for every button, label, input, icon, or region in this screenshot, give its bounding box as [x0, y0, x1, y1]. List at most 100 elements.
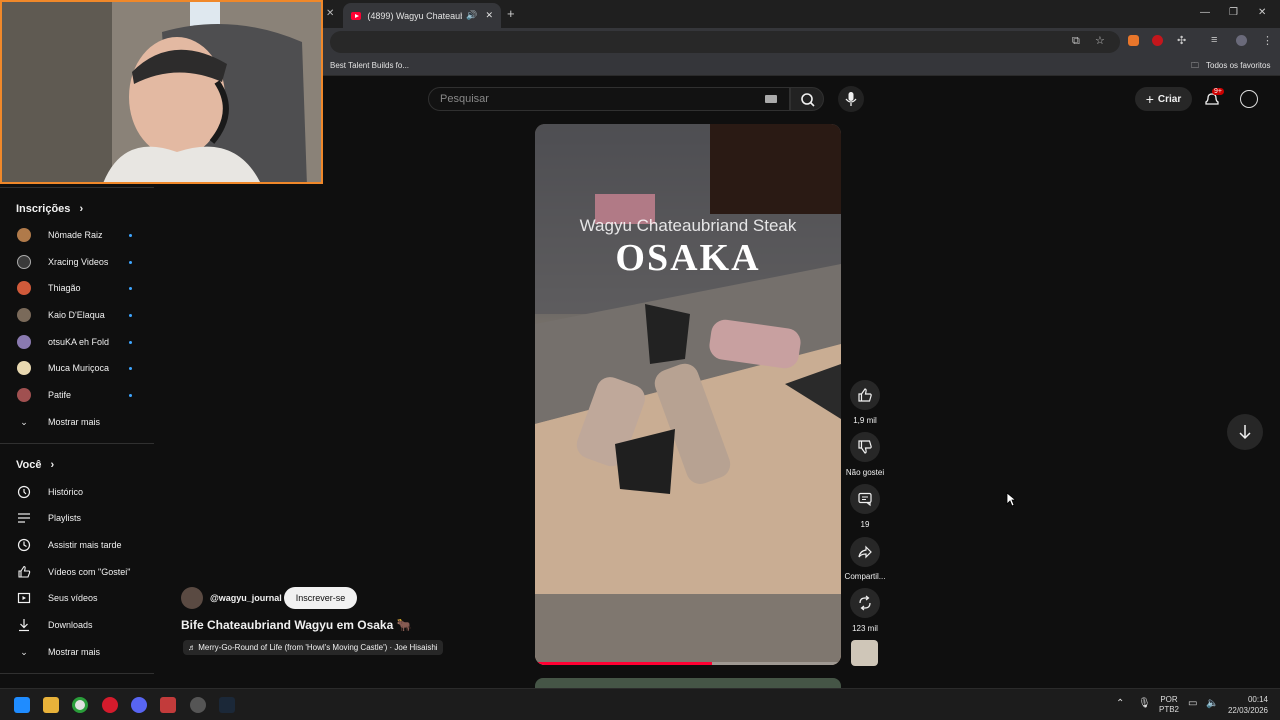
- extension-adblock-icon[interactable]: [1152, 35, 1163, 46]
- channel-avatar: [17, 255, 31, 269]
- remix-icon: [859, 595, 871, 611]
- comments-button[interactable]: [850, 484, 880, 514]
- new-content-dot: [129, 367, 132, 370]
- comment-icon: [858, 492, 872, 507]
- like-button[interactable]: [850, 380, 880, 410]
- chrome-icon[interactable]: [72, 697, 88, 713]
- tab-active[interactable]: (4899) Wagyu Chateaubriand 🔊 ✕: [343, 3, 501, 28]
- progress-bar[interactable]: [535, 662, 841, 665]
- you-header[interactable]: Você ›: [16, 459, 54, 471]
- subscriptions-header[interactable]: Inscrições ›: [16, 203, 83, 215]
- sidebar-item-subscription[interactable]: Nômade Raiz: [16, 226, 140, 244]
- volume-icon[interactable]: 🔈: [1206, 698, 1218, 709]
- file-explorer-icon[interactable]: [43, 697, 59, 713]
- share-label: Compartil...: [844, 572, 886, 581]
- new-tab-icon[interactable]: +: [507, 6, 515, 21]
- close-tab-icon[interactable]: ✕: [326, 8, 334, 19]
- sidebar-item-label: Playlists: [48, 513, 82, 523]
- keyboard-layout-label: PTB2: [1159, 705, 1180, 714]
- new-content-dot: [129, 394, 132, 397]
- short-video-player[interactable]: Wagyu Chateaubriand Steak OSAKA: [535, 124, 841, 665]
- sidebar-item-liked-videos[interactable]: Vídeos com "Gostei": [16, 563, 140, 581]
- sidebar-item-subscription[interactable]: Thiagão: [16, 279, 140, 297]
- language-indicator[interactable]: POR PTB2: [1159, 695, 1179, 715]
- microphone-icon[interactable]: 🎙: [1138, 698, 1151, 709]
- video-icon: [16, 590, 32, 606]
- account-avatar[interactable]: [1240, 90, 1258, 108]
- music-chip[interactable]: ♬ Merry-Go-Round of Life (from 'Howl's M…: [183, 640, 443, 655]
- keyboard-icon[interactable]: [765, 95, 777, 103]
- minimize-icon[interactable]: —: [1200, 7, 1210, 18]
- sidebar-item-downloads[interactable]: Downloads: [16, 616, 140, 634]
- sidebar-item-subscription[interactable]: Kaio D'Elaqua: [16, 306, 140, 324]
- channel-avatar: [17, 388, 31, 402]
- download-icon: [16, 617, 32, 633]
- video-overlay-title: Wagyu Chateaubriand Steak: [579, 216, 797, 235]
- sidebar-item-history[interactable]: Histórico: [16, 483, 140, 501]
- notification-badge: 9+: [1212, 88, 1224, 95]
- voicemeeter-icon[interactable]: [160, 697, 176, 713]
- speaker-icon[interactable]: 🔊: [466, 10, 477, 21]
- chevron-up-icon[interactable]: ⌃: [1116, 698, 1124, 709]
- close-window-icon[interactable]: ✕: [1258, 7, 1266, 18]
- sidebar-item-label: Thiagão: [48, 283, 81, 293]
- windows-start-icon[interactable]: [14, 697, 30, 713]
- channel-avatar: [17, 308, 31, 322]
- sidebar-item-subscription[interactable]: Muca Muriçoca: [16, 359, 140, 377]
- opera-icon[interactable]: [102, 697, 118, 713]
- language-label: POR: [1160, 695, 1178, 704]
- search-input[interactable]: Pesquisar: [428, 87, 790, 111]
- bookmark-star-icon[interactable]: ☆: [1095, 34, 1105, 47]
- channel-avatar[interactable]: [181, 587, 203, 609]
- close-tab-icon[interactable]: ✕: [485, 10, 493, 21]
- sidebar-item-subscription[interactable]: otsuKA eh Fold: [16, 333, 140, 351]
- search-button[interactable]: [790, 87, 824, 111]
- next-short-button[interactable]: [1227, 414, 1263, 450]
- channel-avatar: [17, 335, 31, 349]
- sidebar-item-subscription[interactable]: Xracing Videos: [16, 253, 140, 271]
- search-icon: [801, 93, 815, 107]
- sidebar-divider: [0, 673, 154, 674]
- remix-button[interactable]: [850, 588, 880, 618]
- subscriptions-show-more[interactable]: ⌄ Mostrar mais: [16, 413, 140, 431]
- webcam-image: [2, 2, 321, 182]
- sidebar-item-your-videos[interactable]: Seus vídeos: [16, 589, 140, 607]
- clock[interactable]: 00:14 22/03/2026: [1226, 694, 1268, 716]
- sidebar-item-playlists[interactable]: Playlists: [16, 509, 140, 527]
- extension-metamask-icon[interactable]: [1128, 35, 1139, 46]
- discord-icon[interactable]: [131, 697, 147, 713]
- short-title[interactable]: Bife Chateaubriand Wagyu em Osaka 🐂: [181, 618, 412, 632]
- subscriptions-header-label: Inscrições: [16, 203, 71, 215]
- sound-thumbnail[interactable]: [851, 640, 878, 666]
- like-count: 1,9 mil: [853, 416, 877, 425]
- install-app-icon[interactable]: ⧉: [1072, 35, 1080, 48]
- dislike-button[interactable]: [850, 432, 880, 462]
- create-button[interactable]: + Criar: [1135, 87, 1192, 111]
- all-bookmarks[interactable]: Todos os favoritos: [1206, 61, 1270, 70]
- profile-avatar-icon[interactable]: [1236, 35, 1247, 46]
- display-icon[interactable]: ▭: [1188, 698, 1197, 709]
- media-control-icon[interactable]: ≡: [1211, 34, 1217, 46]
- clock-icon: [16, 537, 32, 553]
- new-content-dot: [129, 341, 132, 344]
- extensions-puzzle-icon[interactable]: ✣: [1177, 34, 1186, 47]
- voice-search-button[interactable]: [838, 86, 864, 112]
- thumbs-up-icon: [858, 388, 872, 402]
- notifications-button[interactable]: 9+: [1202, 88, 1224, 108]
- steam-icon[interactable]: [219, 697, 235, 713]
- channel-name[interactable]: @wagyu_journal: [210, 593, 282, 603]
- share-button[interactable]: [850, 537, 880, 567]
- you-show-more[interactable]: ⌄ Mostrar mais: [16, 643, 140, 661]
- sidebar-item-watch-later[interactable]: Assistir mais tarde: [16, 536, 140, 554]
- dislike-label: Não gostei: [845, 468, 885, 477]
- browser-menu-icon[interactable]: ⋮: [1262, 34, 1273, 47]
- subscribe-button[interactable]: Inscrever-se: [284, 587, 357, 609]
- bookmark-item[interactable]: Best Talent Builds fo...: [330, 61, 409, 70]
- address-bar[interactable]: [330, 31, 1120, 53]
- sidebar-divider: [0, 443, 154, 444]
- thumbs-down-icon: [858, 440, 872, 454]
- show-more-label: Mostrar mais: [48, 417, 101, 427]
- sidebar-item-subscription[interactable]: Patife: [16, 386, 140, 404]
- restore-icon[interactable]: ❐: [1229, 7, 1238, 18]
- obs-icon[interactable]: [190, 697, 206, 713]
